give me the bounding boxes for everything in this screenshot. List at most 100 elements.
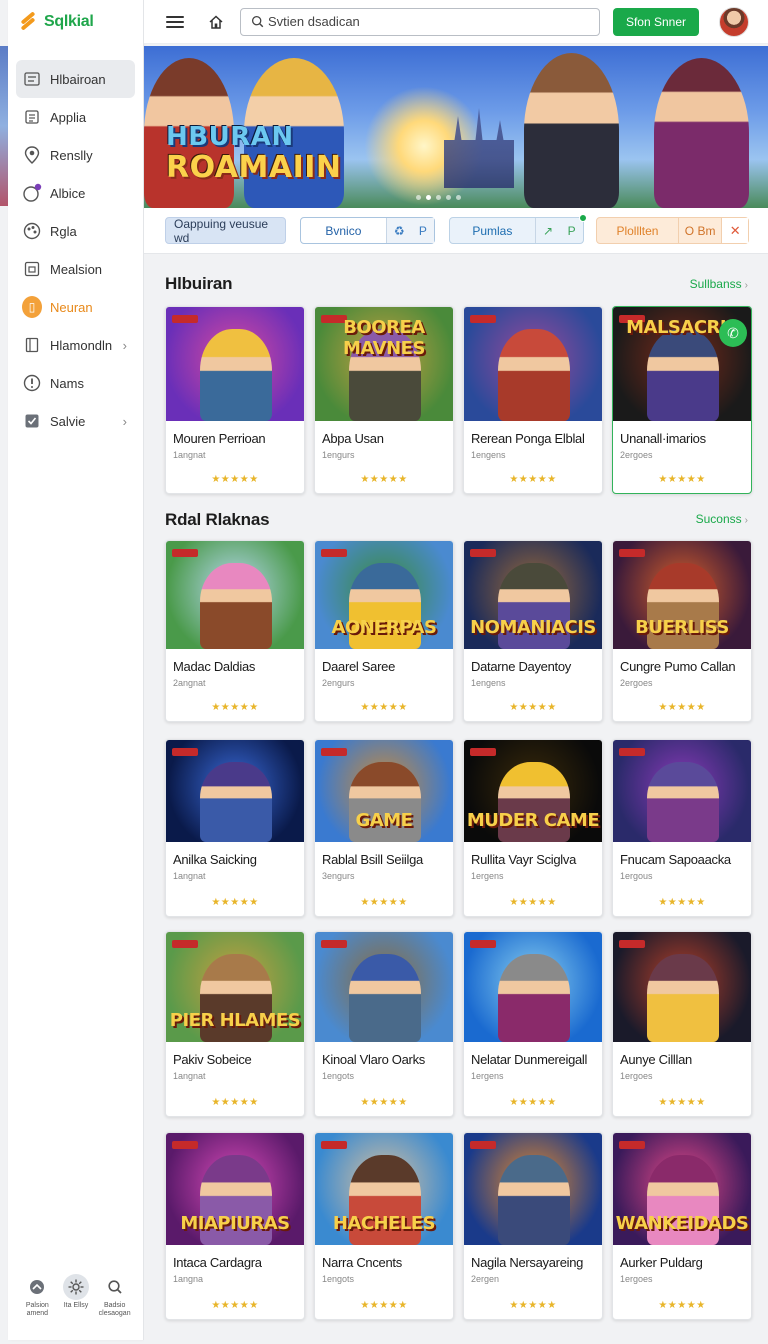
sidebar-item-mealsion[interactable]: Mealsion (16, 250, 135, 288)
card-info: Narra Cncents 1engots (315, 1245, 453, 1284)
game-card[interactable]: Kinoal Vlaro Oarks 1engots ★★★★★ (314, 931, 454, 1117)
search-input[interactable]: Svtien dsadican (240, 7, 600, 36)
section-title: Rdal Rlaknas (165, 510, 270, 529)
brand[interactable]: Sqlkial (8, 0, 143, 44)
sign-in-button[interactable]: Sfon Snner (613, 7, 699, 36)
game-thumbnail[interactable] (315, 932, 453, 1042)
sidebar-item-salvie[interactable]: Salvie › (16, 402, 135, 440)
filter-chip-bvnico[interactable]: Bvnico ♻ P (300, 217, 435, 244)
card-title: Intaca Cardagra (173, 1255, 262, 1270)
game-card[interactable]: PIER HLAMES Pakiv Sobeice 1angnat ★★★★★ (165, 931, 305, 1117)
game-card[interactable]: MALSACRIE ✆ Unanall·imarios 2ergoes ★★★★★ (612, 306, 752, 494)
game-card[interactable]: MUDER CAME Rullita Vayr Sciglva 1ergens ★★★… (463, 739, 603, 917)
footer-button-palsion[interactable]: Palsion amend (20, 1274, 54, 1318)
sidebar-item-rgla[interactable]: Rgla (16, 212, 135, 250)
game-thumbnail[interactable] (166, 541, 304, 649)
game-thumbnail[interactable]: MUDER CAME (464, 740, 602, 842)
card-info: Intaca Cardagra 1angna (166, 1245, 304, 1284)
star-rating: ★★★★★ (360, 474, 408, 485)
game-thumbnail[interactable]: MIAPIURAS (166, 1133, 304, 1245)
sidebar-item-albice[interactable]: Albice (16, 174, 135, 212)
game-card[interactable]: Rerean Ponga Elblal 1engens ★★★★★ (463, 306, 603, 494)
star-rating: ★★★★★ (211, 702, 259, 713)
game-card[interactable]: Nelatar Dunmereigall 1ergens ★★★★★ (463, 931, 603, 1117)
carousel-dot[interactable] (416, 195, 421, 200)
game-thumbnail[interactable]: HACHELES (315, 1133, 453, 1245)
card-info: Cungre Pumo Callan 2ergoes (613, 649, 751, 688)
heart-badge-icon (22, 183, 42, 203)
game-card[interactable]: Mouren Perrioan 1angnat ★★★★★ (165, 306, 305, 494)
carousel-dot[interactable] (446, 195, 451, 200)
game-character (200, 329, 272, 421)
filter-chip-oappuing[interactable]: Oappuing veusue wd (165, 217, 286, 245)
sidebar-item-label: Neuran (50, 299, 93, 315)
filter-chip-pumlas[interactable]: Pumlas ↗ P (449, 214, 587, 244)
chip-action[interactable]: O Bm (677, 218, 721, 243)
sidebar-item-label: Mealsion (50, 261, 103, 277)
game-thumbnail[interactable] (464, 307, 602, 421)
game-thumbnail[interactable] (613, 932, 751, 1042)
home-icon[interactable] (208, 14, 224, 30)
game-thumbnail[interactable] (464, 932, 602, 1042)
game-card[interactable]: WANKEIDADS Aurker Puldarg 1ergoes ★★★★★ (612, 1132, 752, 1320)
game-card[interactable]: NOMANIACIS Datarne Dayentoy 1engens ★★★★★ (463, 540, 603, 722)
carousel-dot[interactable] (456, 195, 461, 200)
game-thumbnail[interactable]: PIER HLAMES (166, 932, 304, 1042)
game-tag-badge (619, 748, 645, 756)
sidebar-item-neuran[interactable]: ▯ Neuran (16, 288, 135, 326)
game-card[interactable]: Nagila Nersayareing 2ergen ★★★★★ (463, 1132, 603, 1320)
game-thumbnail[interactable]: WANKEIDADS (613, 1133, 751, 1245)
game-thumbnail[interactable]: MALSACRIE ✆ (613, 307, 751, 421)
filter-chip-plolllten[interactable]: Plolllten O Bm ✕ (596, 217, 749, 244)
section-see-all-link[interactable]: Sullbanss › (690, 277, 748, 291)
game-logo-text: WANKEIDADS (615, 1213, 749, 1234)
footer-button-badsio[interactable]: Badsio clesaogan (98, 1274, 132, 1318)
chip-label: Pumlas (472, 223, 513, 238)
hero-banner[interactable]: HBURAN ROAMAIIN (144, 46, 768, 208)
card-title: Madac Daldias (173, 659, 256, 674)
sidebar-item-hlbairoan[interactable]: Hlbairoan (16, 60, 135, 98)
game-thumbnail[interactable]: GAME (315, 740, 453, 842)
game-card[interactable]: MIAPIURAS Intaca Cardagra 1angna ★★★★★ (165, 1132, 305, 1320)
avatar[interactable] (719, 6, 749, 37)
chip-action[interactable]: ♻ P (385, 218, 434, 243)
sidebar-item-renslly[interactable]: Renslly (16, 136, 135, 174)
game-thumbnail[interactable]: BOOREA MAVNES (315, 307, 453, 421)
chip-label: Bvnico (325, 223, 362, 238)
section-see-all-link[interactable]: Suconss › (696, 512, 748, 526)
game-thumbnail[interactable] (166, 307, 304, 421)
hamburger-menu-icon[interactable] (166, 15, 184, 28)
game-thumbnail[interactable]: NOMANIACIS (464, 541, 602, 649)
card-subtitle: 1ergoes (620, 1274, 653, 1284)
card-title: Aunye Cilllan (620, 1052, 692, 1067)
star-rating: ★★★★★ (211, 1300, 259, 1311)
phone-icon[interactable]: ✆ (719, 319, 747, 347)
checkbox-icon (22, 411, 42, 431)
game-card[interactable]: HACHELES Narra Cncents 1engots ★★★★★ (314, 1132, 454, 1320)
star-rating: ★★★★★ (658, 702, 706, 713)
game-card[interactable]: GAME Rablal Bsill Seiilga 3engurs ★★★★★ (314, 739, 454, 917)
carousel-dot[interactable] (426, 195, 431, 200)
sidebar-item-applia[interactable]: Applia (16, 98, 135, 136)
main-content: Hlbuiran Sullbanss › Mouren Perrioan 1angn… (144, 254, 768, 1344)
game-thumbnail[interactable] (464, 1133, 602, 1245)
game-logo-text: MIAPIURAS (180, 1213, 290, 1234)
game-thumbnail[interactable]: AONERPAS (315, 541, 453, 649)
game-card[interactable]: BOOREA MAVNES Abpa Usan 1engurs ★★★★★ (314, 306, 454, 494)
game-card[interactable]: Madac Daldias 2angnat ★★★★★ (165, 540, 305, 722)
game-card[interactable]: Aunye Cilllan 1ergoes ★★★★★ (612, 931, 752, 1117)
chip-action[interactable]: ↗ P (534, 214, 587, 243)
game-card[interactable]: BUERLISS Cungre Pumo Callan 2ergoes ★★★★★ (612, 540, 752, 722)
game-thumbnail[interactable] (166, 740, 304, 842)
sidebar-item-nams[interactable]: Nams (16, 364, 135, 402)
game-thumbnail[interactable]: BUERLISS (613, 541, 751, 649)
sidebar-item-label: Salvie (50, 413, 86, 429)
footer-button-ita[interactable]: Ita Ellsy (59, 1274, 93, 1310)
game-card[interactable]: Fnucam Sapoaacka 1ergous ★★★★★ (612, 739, 752, 917)
close-icon[interactable]: ✕ (721, 218, 748, 243)
carousel-dot[interactable] (436, 195, 441, 200)
game-card[interactable]: AONERPAS Daarel Saree 2engurs ★★★★★ (314, 540, 454, 722)
sidebar-item-hlamondln[interactable]: Hlamondln › (16, 326, 135, 364)
game-thumbnail[interactable] (613, 740, 751, 842)
game-card[interactable]: Anilka Saicking 1angnat ★★★★★ (165, 739, 305, 917)
